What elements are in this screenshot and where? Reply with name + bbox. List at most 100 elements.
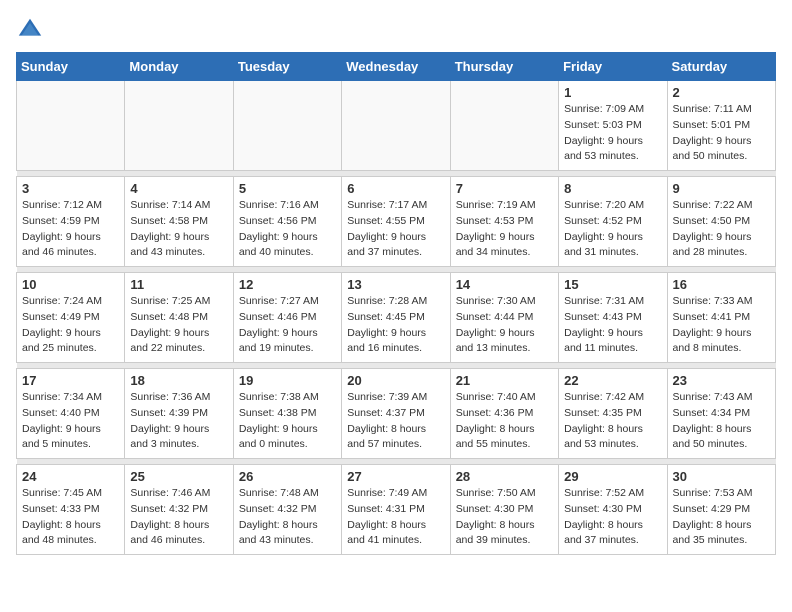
day-number: 30: [673, 469, 770, 484]
day-info: Sunrise: 7:24 AMSunset: 4:49 PMDaylight:…: [22, 294, 119, 357]
calendar-cell-1-5: 8 Sunrise: 7:20 AMSunset: 4:52 PMDaylight…: [559, 177, 667, 267]
calendar-cell-2-3: 13 Sunrise: 7:28 AMSunset: 4:45 PMDayligh…: [342, 273, 450, 363]
day-info: Sunrise: 7:17 AMSunset: 4:55 PMDaylight:…: [347, 198, 444, 261]
weekday-header-thursday: Thursday: [450, 53, 558, 81]
day-info: Sunrise: 7:31 AMSunset: 4:43 PMDaylight:…: [564, 294, 661, 357]
calendar-cell-4-6: 30 Sunrise: 7:53 AMSunset: 4:29 PMDayligh…: [667, 465, 775, 555]
day-number: 19: [239, 373, 336, 388]
day-info: Sunrise: 7:46 AMSunset: 4:32 PMDaylight:…: [130, 486, 227, 549]
day-number: 27: [347, 469, 444, 484]
day-number: 4: [130, 181, 227, 196]
day-info: Sunrise: 7:48 AMSunset: 4:32 PMDaylight:…: [239, 486, 336, 549]
day-number: 2: [673, 85, 770, 100]
day-info: Sunrise: 7:49 AMSunset: 4:31 PMDaylight:…: [347, 486, 444, 549]
day-info: Sunrise: 7:28 AMSunset: 4:45 PMDaylight:…: [347, 294, 444, 357]
day-number: 28: [456, 469, 553, 484]
day-info: Sunrise: 7:30 AMSunset: 4:44 PMDaylight:…: [456, 294, 553, 357]
day-number: 15: [564, 277, 661, 292]
calendar-cell-3-1: 18 Sunrise: 7:36 AMSunset: 4:39 PMDayligh…: [125, 369, 233, 459]
calendar-cell-1-4: 7Sunrise: 7:19 AMSunset: 4:53 PMDaylight…: [450, 177, 558, 267]
day-info: Sunrise: 7:33 AMSunset: 4:41 PMDaylight:…: [673, 294, 770, 357]
week-row-3: 17Sunrise: 7:34 AMSunset: 4:40 PMDayligh…: [17, 369, 776, 459]
calendar-cell-3-0: 17Sunrise: 7:34 AMSunset: 4:40 PMDayligh…: [17, 369, 125, 459]
weekday-header-tuesday: Tuesday: [233, 53, 341, 81]
day-number: 9: [673, 181, 770, 196]
weekday-header-wednesday: Wednesday: [342, 53, 450, 81]
weekday-header-friday: Friday: [559, 53, 667, 81]
calendar-cell-3-6: 23 Sunrise: 7:43 AMSunset: 4:34 PMDayligh…: [667, 369, 775, 459]
day-number: 18: [130, 373, 227, 388]
calendar-cell-0-2: [233, 81, 341, 171]
day-number: 6: [347, 181, 444, 196]
day-info: Sunrise: 7:45 AMSunset: 4:33 PMDaylight:…: [22, 486, 119, 549]
day-info: Sunrise: 7:27 AMSunset: 4:46 PMDaylight:…: [239, 294, 336, 357]
day-number: 29: [564, 469, 661, 484]
day-info: Sunrise: 7:53 AMSunset: 4:29 PMDaylight:…: [673, 486, 770, 549]
calendar-cell-4-1: 25 Sunrise: 7:46 AMSunset: 4:32 PMDayligh…: [125, 465, 233, 555]
day-number: 12: [239, 277, 336, 292]
day-info: Sunrise: 7:40 AMSunset: 4:36 PMDaylight:…: [456, 390, 553, 453]
calendar-cell-1-1: 4 Sunrise: 7:14 AMSunset: 4:58 PMDaylight…: [125, 177, 233, 267]
calendar-cell-3-5: 22Sunrise: 7:42 AMSunset: 4:35 PMDayligh…: [559, 369, 667, 459]
day-info: Sunrise: 7:14 AMSunset: 4:58 PMDaylight:…: [130, 198, 227, 261]
day-number: 5: [239, 181, 336, 196]
calendar-cell-3-4: 21Sunrise: 7:40 AMSunset: 4:36 PMDayligh…: [450, 369, 558, 459]
calendar-cell-4-0: 24 Sunrise: 7:45 AMSunset: 4:33 PMDayligh…: [17, 465, 125, 555]
day-number: 22: [564, 373, 661, 388]
calendar-cell-0-3: [342, 81, 450, 171]
calendar-cell-0-0: [17, 81, 125, 171]
calendar-cell-2-1: 11 Sunrise: 7:25 AMSunset: 4:48 PMDayligh…: [125, 273, 233, 363]
day-info: Sunrise: 7:34 AMSunset: 4:40 PMDaylight:…: [22, 390, 119, 453]
day-number: 10: [22, 277, 119, 292]
calendar-cell-1-3: 6 Sunrise: 7:17 AMSunset: 4:55 PMDaylight…: [342, 177, 450, 267]
weekday-header-saturday: Saturday: [667, 53, 775, 81]
calendar-cell-3-2: 19 Sunrise: 7:38 AMSunset: 4:38 PMDayligh…: [233, 369, 341, 459]
day-info: Sunrise: 7:50 AMSunset: 4:30 PMDaylight:…: [456, 486, 553, 549]
day-number: 20: [347, 373, 444, 388]
weekday-header-row: SundayMondayTuesdayWednesdayThursdayFrid…: [17, 53, 776, 81]
calendar-cell-4-3: 27 Sunrise: 7:49 AMSunset: 4:31 PMDayligh…: [342, 465, 450, 555]
calendar-cell-0-6: 2 Sunrise: 7:11 AMSunset: 5:01 PMDaylight…: [667, 81, 775, 171]
calendar-cell-3-3: 20Sunrise: 7:39 AMSunset: 4:37 PMDayligh…: [342, 369, 450, 459]
day-number: 14: [456, 277, 553, 292]
day-info: Sunrise: 7:43 AMSunset: 4:34 PMDaylight:…: [673, 390, 770, 453]
logo: [16, 16, 48, 44]
calendar-cell-1-2: 5 Sunrise: 7:16 AMSunset: 4:56 PMDaylight…: [233, 177, 341, 267]
day-info: Sunrise: 7:38 AMSunset: 4:38 PMDaylight:…: [239, 390, 336, 453]
day-info: Sunrise: 7:09 AMSunset: 5:03 PMDaylight:…: [564, 102, 661, 165]
day-number: 24: [22, 469, 119, 484]
week-row-2: 10 Sunrise: 7:24 AMSunset: 4:49 PMDayligh…: [17, 273, 776, 363]
day-number: 23: [673, 373, 770, 388]
day-number: 1: [564, 85, 661, 100]
weekday-header-sunday: Sunday: [17, 53, 125, 81]
day-info: Sunrise: 7:12 AMSunset: 4:59 PMDaylight:…: [22, 198, 119, 261]
calendar-cell-0-5: 1 Sunrise: 7:09 AMSunset: 5:03 PMDaylight…: [559, 81, 667, 171]
day-number: 13: [347, 277, 444, 292]
header: [16, 16, 776, 44]
day-info: Sunrise: 7:25 AMSunset: 4:48 PMDaylight:…: [130, 294, 227, 357]
day-number: 8: [564, 181, 661, 196]
logo-icon: [16, 16, 44, 44]
day-number: 11: [130, 277, 227, 292]
calendar-cell-2-4: 14 Sunrise: 7:30 AMSunset: 4:44 PMDayligh…: [450, 273, 558, 363]
day-info: Sunrise: 7:20 AMSunset: 4:52 PMDaylight:…: [564, 198, 661, 261]
week-row-4: 24 Sunrise: 7:45 AMSunset: 4:33 PMDayligh…: [17, 465, 776, 555]
day-number: 26: [239, 469, 336, 484]
calendar-cell-2-0: 10 Sunrise: 7:24 AMSunset: 4:49 PMDayligh…: [17, 273, 125, 363]
day-number: 25: [130, 469, 227, 484]
calendar-cell-1-0: 3Sunrise: 7:12 AMSunset: 4:59 PMDaylight…: [17, 177, 125, 267]
day-info: Sunrise: 7:22 AMSunset: 4:50 PMDaylight:…: [673, 198, 770, 261]
day-info: Sunrise: 7:36 AMSunset: 4:39 PMDaylight:…: [130, 390, 227, 453]
calendar-cell-0-1: [125, 81, 233, 171]
week-row-1: 3Sunrise: 7:12 AMSunset: 4:59 PMDaylight…: [17, 177, 776, 267]
calendar-cell-4-2: 26 Sunrise: 7:48 AMSunset: 4:32 PMDayligh…: [233, 465, 341, 555]
day-info: Sunrise: 7:52 AMSunset: 4:30 PMDaylight:…: [564, 486, 661, 549]
calendar-cell-1-6: 9 Sunrise: 7:22 AMSunset: 4:50 PMDaylight…: [667, 177, 775, 267]
week-row-0: 1 Sunrise: 7:09 AMSunset: 5:03 PMDaylight…: [17, 81, 776, 171]
day-info: Sunrise: 7:11 AMSunset: 5:01 PMDaylight:…: [673, 102, 770, 165]
weekday-header-monday: Monday: [125, 53, 233, 81]
calendar-cell-2-2: 12 Sunrise: 7:27 AMSunset: 4:46 PMDayligh…: [233, 273, 341, 363]
day-info: Sunrise: 7:16 AMSunset: 4:56 PMDaylight:…: [239, 198, 336, 261]
calendar-cell-2-6: 16Sunrise: 7:33 AMSunset: 4:41 PMDayligh…: [667, 273, 775, 363]
day-info: Sunrise: 7:19 AMSunset: 4:53 PMDaylight:…: [456, 198, 553, 261]
